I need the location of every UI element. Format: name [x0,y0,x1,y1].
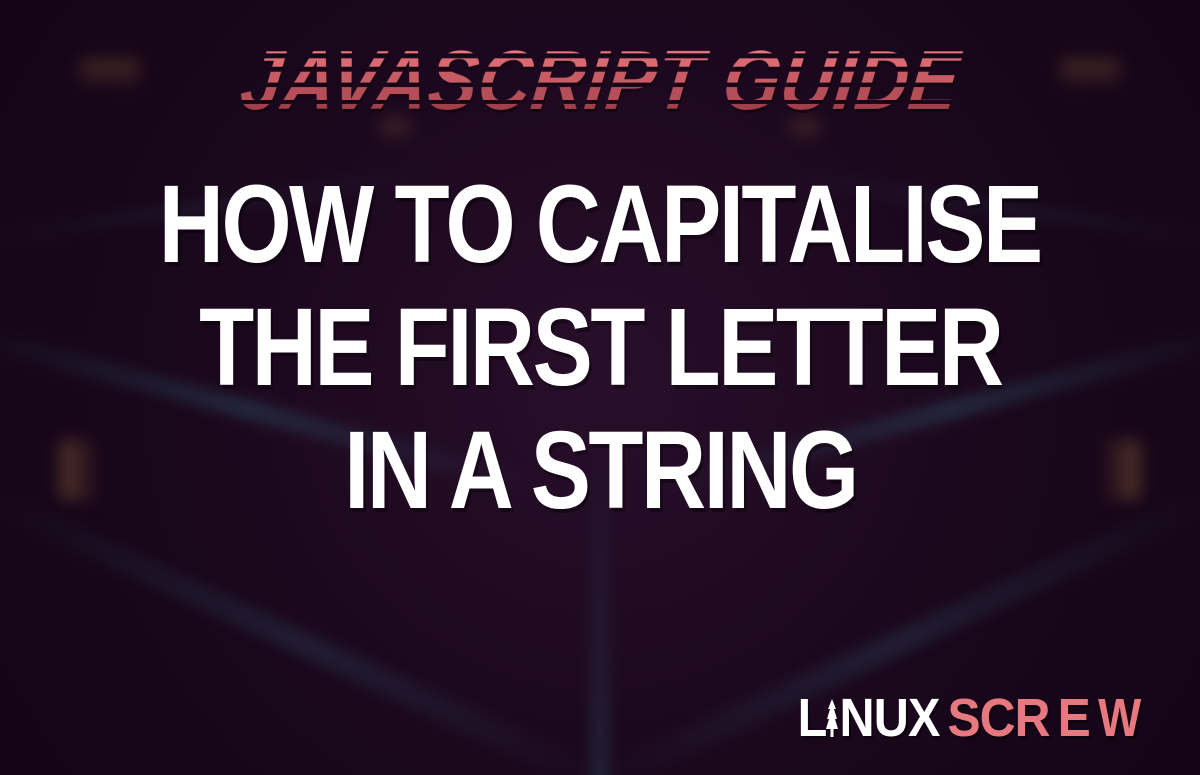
site-logo: L NUX SCR EW [796,687,1146,749]
content-wrapper: JAVASCRIPT GUIDE HOW TO CAPITALISE THE F… [0,0,1200,775]
pine-tree-icon [824,692,840,736]
title-block: HOW TO CAPITALISE THE FIRST LETTER IN A … [62,163,1137,533]
logo-text-ew: EW [1058,687,1143,749]
title-line-2: THE FIRST LETTER [199,286,1001,409]
logo-text-e: E [1058,688,1097,748]
logo-text-l: L [798,687,827,749]
title-line-1: HOW TO CAPITALISE [159,163,1041,286]
category-header: JAVASCRIPT GUIDE [235,32,965,129]
logo-text-nux: NUX [840,687,940,749]
logo-text-scr: SCR [947,687,1049,749]
title-line-3: IN A STRING [344,409,856,532]
logo-text-w: W [1098,687,1140,749]
